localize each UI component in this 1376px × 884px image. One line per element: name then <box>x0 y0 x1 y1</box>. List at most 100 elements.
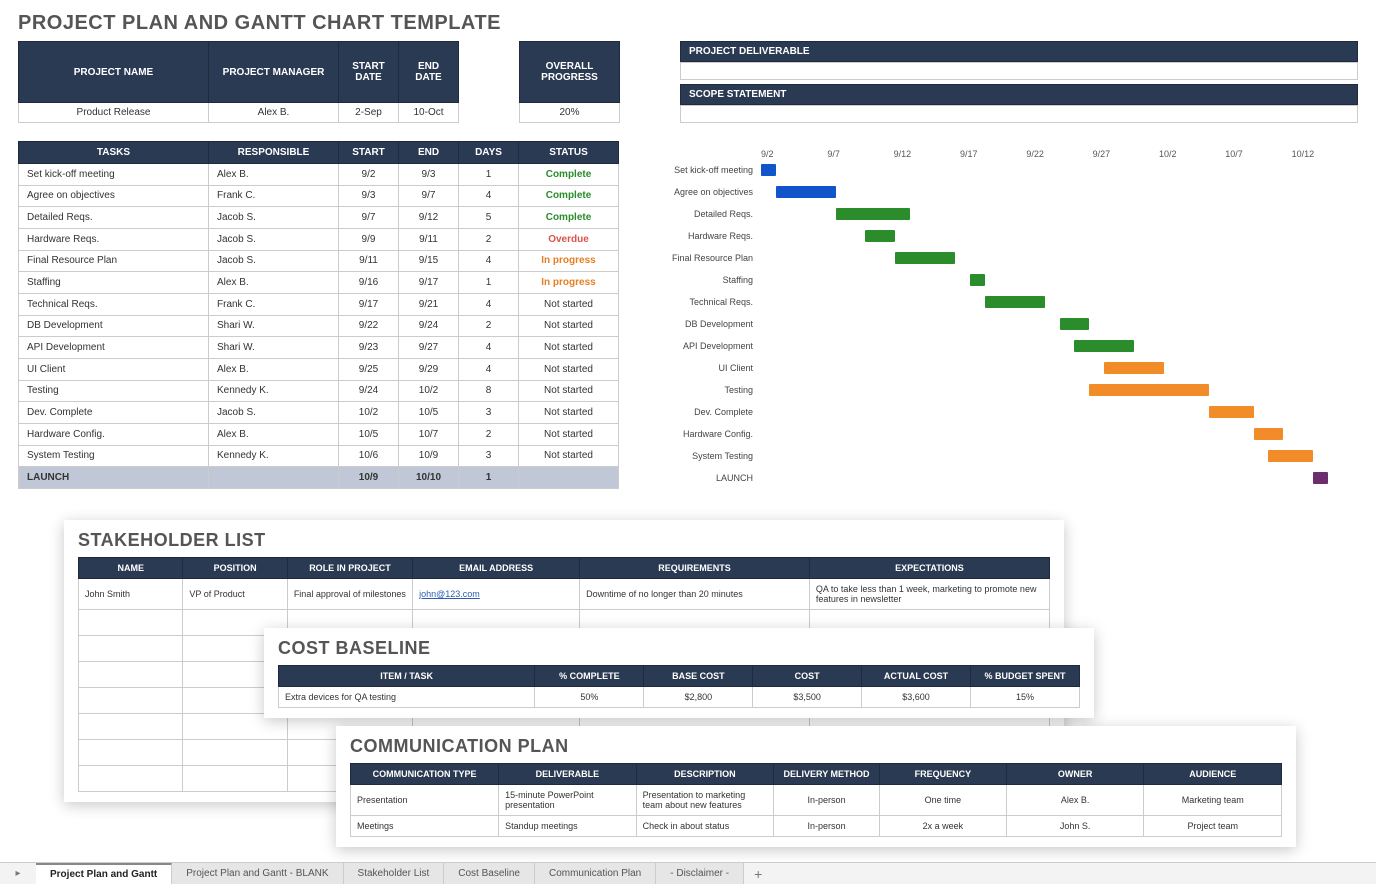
task-cell[interactable]: Complete <box>519 207 619 229</box>
cost-cell[interactable]: $3,600 <box>862 687 971 708</box>
task-cell[interactable]: LAUNCH <box>19 467 209 489</box>
task-cell[interactable]: 1 <box>459 467 519 489</box>
task-cell[interactable]: Shari W. <box>209 315 339 337</box>
comm-cell[interactable]: Meetings <box>351 816 499 837</box>
comm-cell[interactable]: Presentation to marketing team about new… <box>636 785 774 816</box>
task-cell[interactable]: Complete <box>519 185 619 207</box>
cost-cell[interactable]: Extra devices for QA testing <box>279 687 535 708</box>
task-cell[interactable]: Kennedy K. <box>209 380 339 402</box>
task-cell[interactable]: Shari W. <box>209 337 339 359</box>
task-cell[interactable]: Detailed Reqs. <box>19 207 209 229</box>
task-cell[interactable]: 5 <box>459 207 519 229</box>
comm-cell[interactable]: Standup meetings <box>499 816 637 837</box>
task-cell[interactable]: 4 <box>459 185 519 207</box>
sheet-tab[interactable]: Stakeholder List <box>344 863 445 884</box>
task-cell[interactable]: 1 <box>459 272 519 294</box>
task-cell[interactable]: 10/5 <box>399 402 459 424</box>
comm-cell[interactable]: One time <box>879 785 1006 816</box>
task-cell[interactable]: Final Resource Plan <box>19 250 209 272</box>
task-cell[interactable]: Alex B. <box>209 358 339 380</box>
comm-cell[interactable]: Check in about status <box>636 816 774 837</box>
task-cell[interactable]: Not started <box>519 402 619 424</box>
task-cell[interactable]: Jacob S. <box>209 402 339 424</box>
task-cell[interactable]: 9/17 <box>399 272 459 294</box>
task-cell[interactable]: Agree on objectives <box>19 185 209 207</box>
comm-cell[interactable]: Presentation <box>351 785 499 816</box>
task-cell[interactable]: 4 <box>459 250 519 272</box>
task-cell[interactable]: Staffing <box>19 272 209 294</box>
task-cell[interactable]: 9/9 <box>339 228 399 250</box>
val-project-name[interactable]: Product Release <box>19 103 209 123</box>
task-cell[interactable]: 8 <box>459 380 519 402</box>
task-cell[interactable]: 4 <box>459 337 519 359</box>
task-cell[interactable]: 10/9 <box>399 445 459 467</box>
task-cell[interactable]: 10/7 <box>399 423 459 445</box>
task-cell[interactable]: Alex B. <box>209 272 339 294</box>
comm-cell[interactable]: John S. <box>1006 816 1144 837</box>
task-cell[interactable]: In progress <box>519 250 619 272</box>
task-cell[interactable]: 1 <box>459 164 519 186</box>
task-cell[interactable]: Hardware Config. <box>19 423 209 445</box>
comm-cell[interactable]: 15-minute PowerPoint presentation <box>499 785 637 816</box>
sh-cell[interactable]: Downtime of no longer than 20 minutes <box>580 579 810 610</box>
task-cell[interactable]: Not started <box>519 445 619 467</box>
task-cell[interactable]: System Testing <box>19 445 209 467</box>
task-cell[interactable]: 9/11 <box>339 250 399 272</box>
sh-cell[interactable]: John Smith <box>79 579 183 610</box>
sh-cell[interactable]: Final approval of milestones <box>287 579 412 610</box>
comm-cell[interactable]: Marketing team <box>1144 785 1282 816</box>
task-cell[interactable]: 9/7 <box>399 185 459 207</box>
add-sheet-button[interactable]: + <box>744 863 772 884</box>
task-cell[interactable]: Frank C. <box>209 185 339 207</box>
task-cell[interactable] <box>519 467 619 489</box>
task-cell[interactable]: 2 <box>459 315 519 337</box>
scope-cell[interactable] <box>680 105 1358 123</box>
task-cell[interactable]: 9/24 <box>399 315 459 337</box>
task-cell[interactable]: 9/2 <box>339 164 399 186</box>
val-project-manager[interactable]: Alex B. <box>209 103 339 123</box>
task-cell[interactable]: Not started <box>519 293 619 315</box>
val-end-date[interactable]: 10-Oct <box>399 103 459 123</box>
task-cell[interactable]: Not started <box>519 358 619 380</box>
comm-cell[interactable]: In-person <box>774 816 880 837</box>
task-cell[interactable]: Jacob S. <box>209 207 339 229</box>
task-cell[interactable]: Not started <box>519 423 619 445</box>
task-cell[interactable]: 4 <box>459 293 519 315</box>
sheet-tab[interactable]: Project Plan and Gantt <box>36 863 172 884</box>
comm-cell[interactable]: Project team <box>1144 816 1282 837</box>
cost-cell[interactable]: 50% <box>535 687 644 708</box>
task-cell[interactable]: 9/24 <box>339 380 399 402</box>
sh-cell[interactable]: john@123.com <box>413 579 580 610</box>
task-cell[interactable]: Technical Reqs. <box>19 293 209 315</box>
task-cell[interactable]: 3 <box>459 402 519 424</box>
task-cell[interactable]: Kennedy K. <box>209 445 339 467</box>
cost-cell[interactable]: $3,500 <box>753 687 862 708</box>
sh-cell[interactable]: VP of Product <box>183 579 287 610</box>
task-cell[interactable]: Alex B. <box>209 164 339 186</box>
task-cell[interactable]: 9/29 <box>399 358 459 380</box>
task-cell[interactable]: 10/6 <box>339 445 399 467</box>
task-cell[interactable]: Frank C. <box>209 293 339 315</box>
task-cell[interactable]: 9/15 <box>399 250 459 272</box>
task-cell[interactable]: Not started <box>519 337 619 359</box>
task-cell[interactable]: Complete <box>519 164 619 186</box>
task-cell[interactable]: Set kick-off meeting <box>19 164 209 186</box>
task-cell[interactable]: 9/23 <box>339 337 399 359</box>
task-cell[interactable]: Not started <box>519 315 619 337</box>
task-cell[interactable]: Dev. Complete <box>19 402 209 424</box>
task-cell[interactable]: Alex B. <box>209 423 339 445</box>
task-cell[interactable]: 9/3 <box>399 164 459 186</box>
tab-nav-icon[interactable]: ▸ <box>0 863 36 884</box>
deliverable-cell[interactable] <box>680 62 1358 80</box>
task-cell[interactable]: 4 <box>459 358 519 380</box>
task-cell[interactable]: 9/11 <box>399 228 459 250</box>
task-cell[interactable]: 10/5 <box>339 423 399 445</box>
task-cell[interactable]: Overdue <box>519 228 619 250</box>
task-cell[interactable]: 3 <box>459 445 519 467</box>
val-start-date[interactable]: 2-Sep <box>339 103 399 123</box>
task-cell[interactable]: Not started <box>519 380 619 402</box>
task-cell[interactable]: 9/3 <box>339 185 399 207</box>
task-cell[interactable]: 9/16 <box>339 272 399 294</box>
sheet-tab[interactable]: - Disclaimer - <box>656 863 744 884</box>
task-cell[interactable]: 2 <box>459 228 519 250</box>
